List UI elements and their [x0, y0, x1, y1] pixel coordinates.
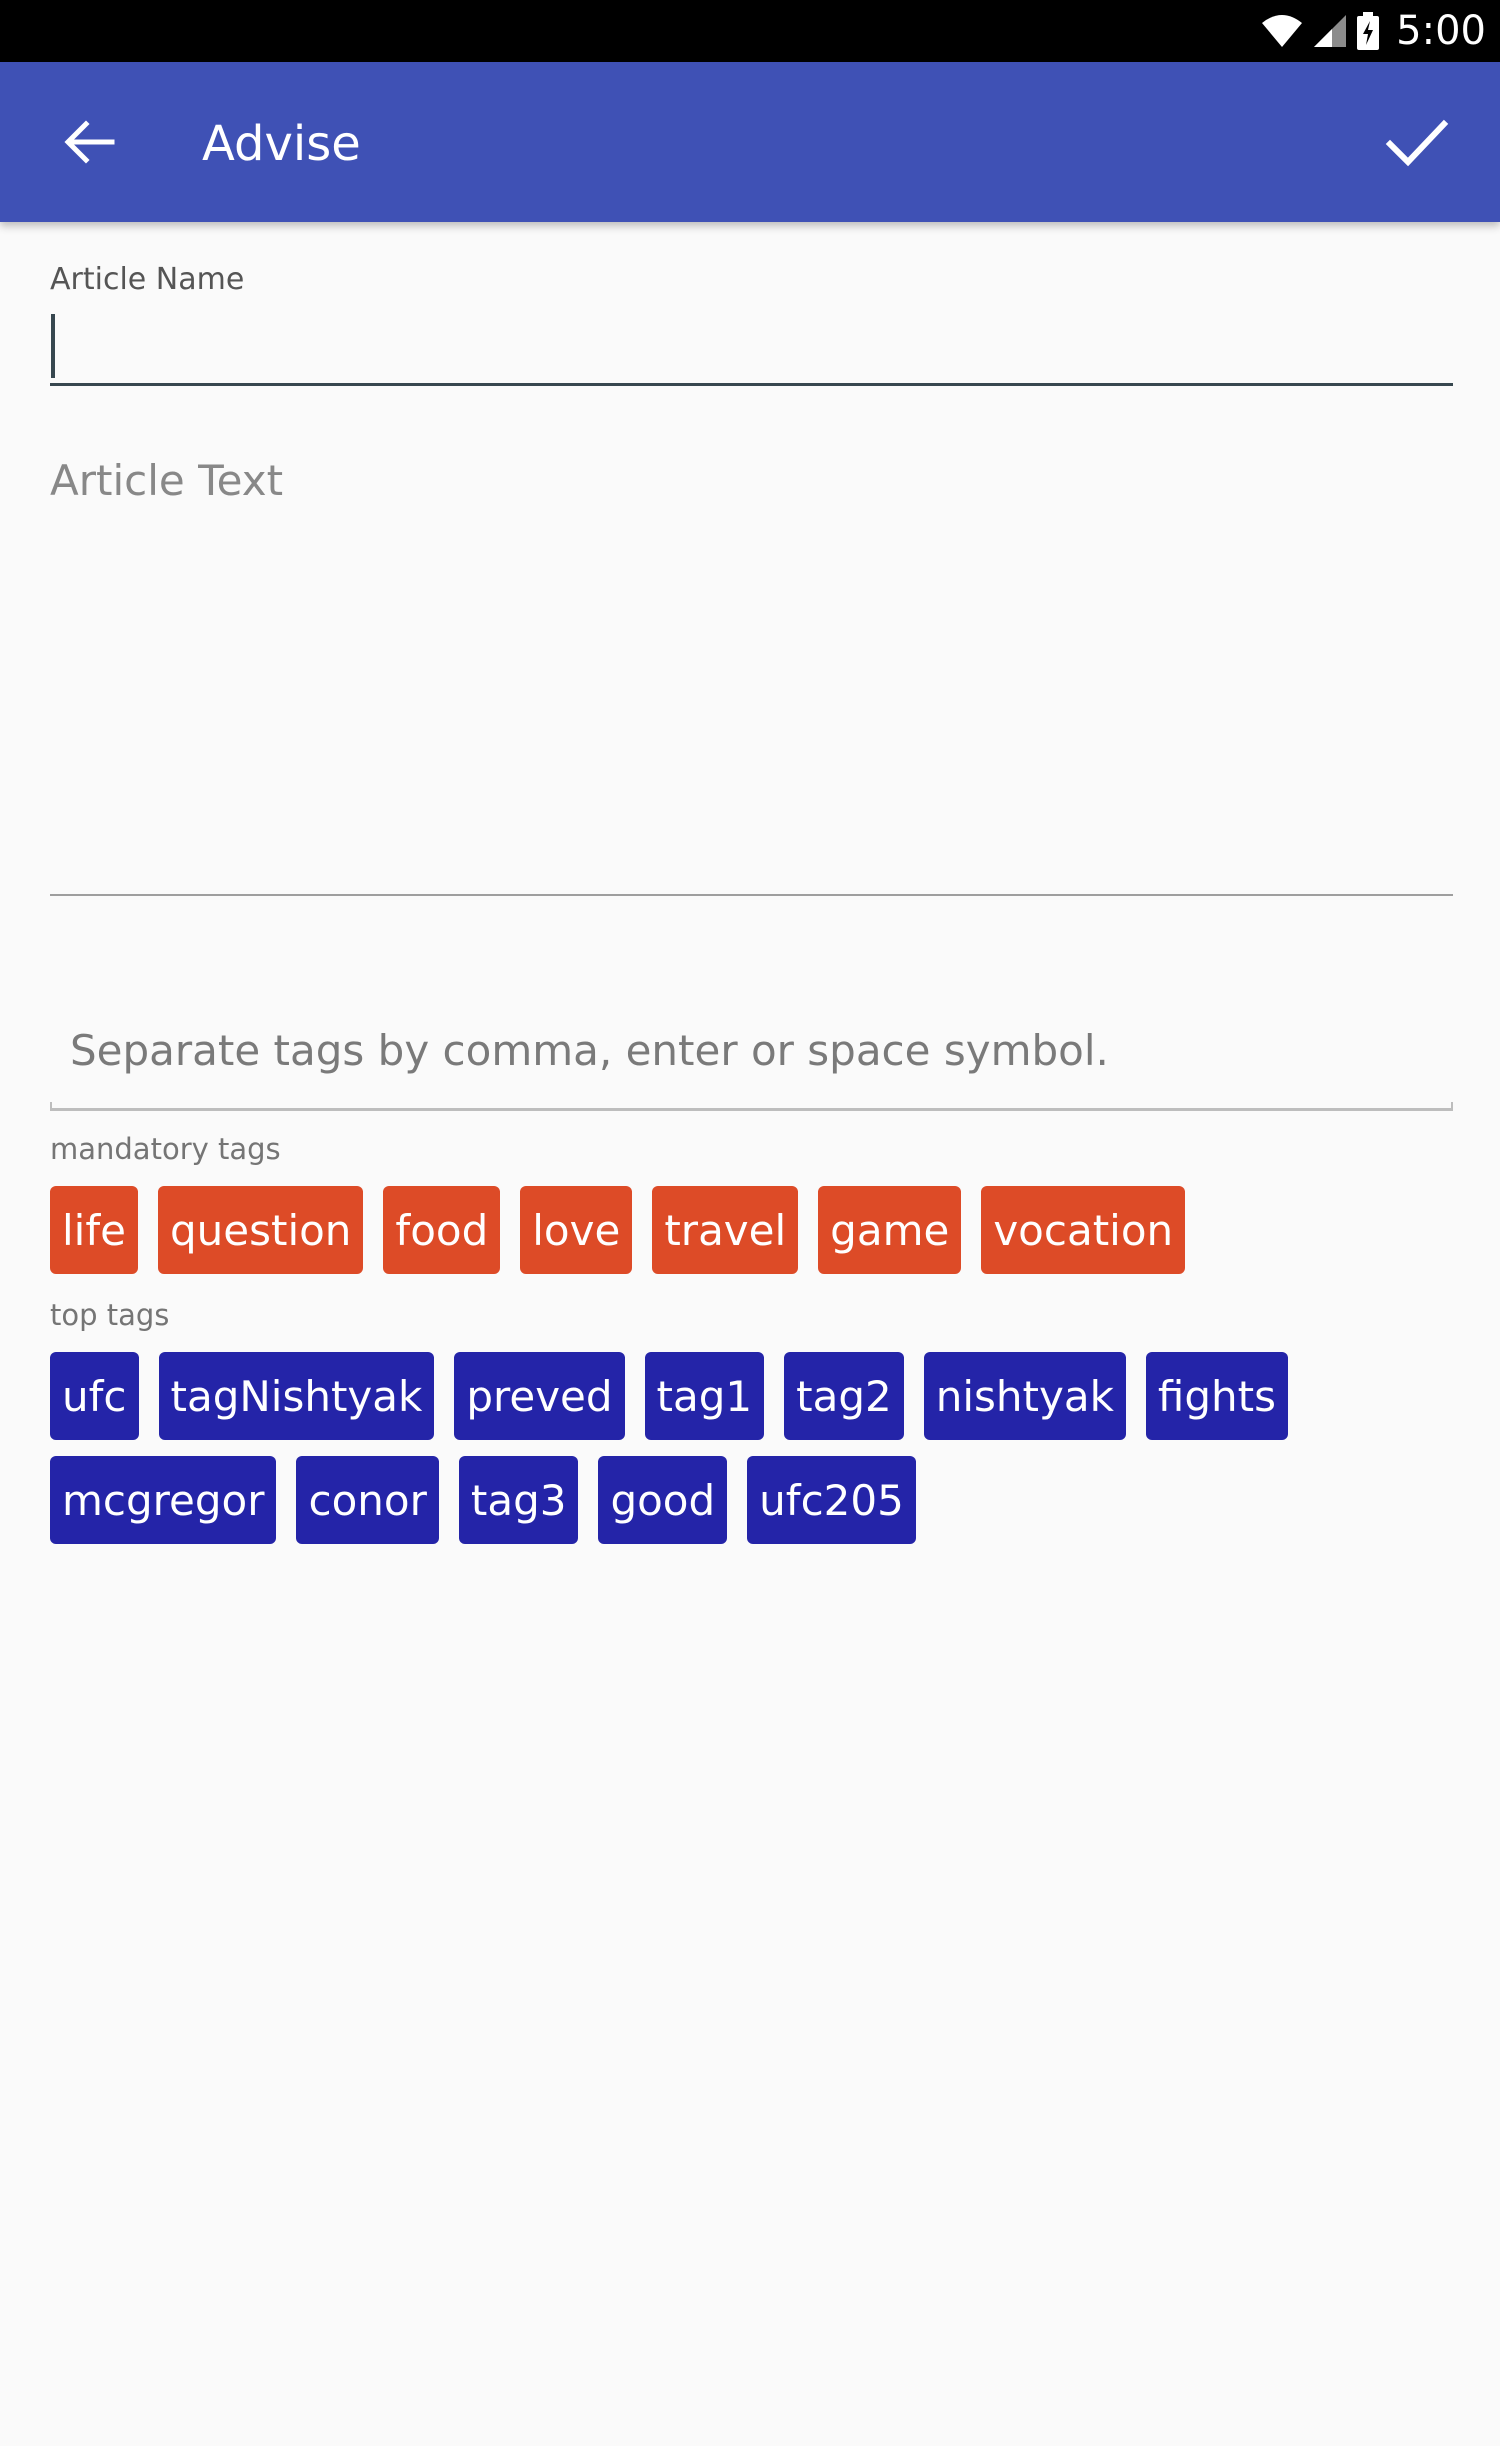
- mandatory-tags-list: life question food love travel game voca…: [50, 1186, 1186, 1274]
- tags-input-underline: [50, 1102, 1453, 1111]
- mandatory-tag[interactable]: travel: [652, 1186, 799, 1274]
- page-title: Advise: [202, 116, 361, 172]
- top-tags-label: top tags: [50, 1298, 170, 1332]
- top-tag[interactable]: tagNishtyak: [158, 1352, 435, 1440]
- top-tag[interactable]: tag2: [784, 1352, 904, 1440]
- app-bar: Advise: [0, 62, 1500, 222]
- top-tags-list: ufc tagNishtyak preved tag1 tag2 nishtya…: [50, 1352, 1288, 1440]
- confirm-button[interactable]: [1384, 110, 1450, 176]
- mandatory-tag[interactable]: question: [157, 1186, 364, 1274]
- top-tag[interactable]: ufc: [50, 1352, 139, 1440]
- top-tags-list-continued: mcgregor conor tag3 good ufc205: [50, 1456, 916, 1544]
- top-tag[interactable]: preved: [454, 1352, 625, 1440]
- article-name-label: Article Name: [50, 262, 245, 297]
- check-icon: [1385, 119, 1449, 167]
- top-tag[interactable]: tag1: [644, 1352, 765, 1440]
- mandatory-tag[interactable]: food: [383, 1186, 501, 1274]
- mandatory-tag[interactable]: love: [520, 1186, 633, 1274]
- status-bar: 5:00: [0, 0, 1500, 62]
- wifi-icon: [1262, 15, 1303, 47]
- top-tag[interactable]: nishtyak: [923, 1352, 1126, 1440]
- status-icons: 5:00: [1260, 6, 1486, 56]
- top-tag[interactable]: mcgregor: [50, 1456, 277, 1544]
- top-tag[interactable]: ufc205: [747, 1456, 916, 1544]
- tags-input[interactable]: [50, 976, 1453, 1106]
- top-tag[interactable]: good: [598, 1456, 728, 1544]
- mandatory-tag[interactable]: vocation: [981, 1186, 1186, 1274]
- mandatory-tag[interactable]: life: [50, 1186, 138, 1274]
- mandatory-tag[interactable]: game: [818, 1186, 962, 1274]
- article-name-input[interactable]: [50, 306, 1453, 386]
- battery-icon: [1357, 12, 1380, 50]
- back-button[interactable]: [60, 112, 120, 172]
- text-cursor: [51, 314, 55, 378]
- arrow-back-icon: [64, 120, 115, 164]
- top-tag[interactable]: tag3: [458, 1456, 579, 1544]
- top-tag[interactable]: conor: [296, 1456, 439, 1544]
- article-text-input[interactable]: [50, 450, 1453, 896]
- signal-icon: [1314, 15, 1347, 47]
- status-time: 5:00: [1396, 8, 1486, 54]
- top-tag[interactable]: fights: [1145, 1352, 1288, 1440]
- mandatory-tags-label: mandatory tags: [50, 1132, 281, 1166]
